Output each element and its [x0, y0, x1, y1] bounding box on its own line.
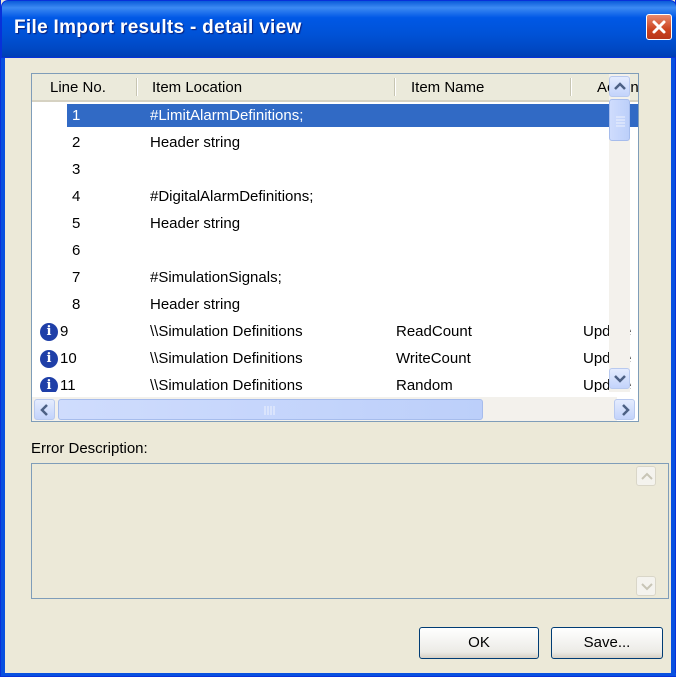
cell-item-name: ReadCount [396, 323, 472, 340]
table-row[interactable]: 4 #DigitalAlarmDefinitions; [32, 183, 638, 210]
error-scroll-down-icon[interactable] [636, 576, 656, 596]
cell-line-no: 10 [60, 350, 77, 367]
dialog-window: File Import results - detail view Line N… [0, 0, 676, 677]
scroll-left-icon[interactable] [34, 399, 55, 420]
cell-item-location: #LimitAlarmDefinitions; [150, 107, 304, 124]
cell-line-no: 6 [72, 242, 81, 259]
cell-line-no: 5 [72, 215, 81, 232]
results-list-view[interactable]: Line No. Item Location Item Name Action … [31, 73, 639, 422]
list-body: 1 #LimitAlarmDefinitions; 2 Header string 3 4… [32, 102, 638, 392]
scroll-down-icon[interactable] [609, 368, 630, 389]
error-vertical-scrollbar[interactable] [636, 466, 658, 596]
cell-item-location: #SimulationSignals; [150, 269, 282, 286]
save-button[interactable]: Save... [551, 627, 663, 659]
error-description-label: Error Description: [31, 440, 148, 457]
cell-item-location: \\Simulation Definitions [150, 323, 303, 340]
window-border-bottom [1, 673, 676, 676]
error-description-field[interactable] [31, 463, 669, 599]
window-border-left [1, 58, 5, 676]
cell-item-name: Random [396, 377, 453, 392]
cell-item-location: \\Simulation Definitions [150, 377, 303, 392]
cell-item-location: Header string [150, 296, 241, 313]
column-header-line-no[interactable]: Line No. [50, 74, 106, 100]
error-scroll-up-icon[interactable] [636, 466, 656, 486]
table-row[interactable]: 2 Header string [32, 129, 638, 156]
cell-line-no: 11 [60, 377, 76, 392]
column-header-item-name[interactable]: Item Name [411, 74, 484, 100]
table-row[interactable]: 3 [32, 156, 638, 183]
window-title: File Import results - detail view [14, 17, 302, 38]
window-border-right [671, 58, 675, 676]
cell-item-location: Header string [150, 215, 241, 232]
title-bar[interactable]: File Import results - detail view [1, 0, 676, 58]
info-icon: i [40, 377, 58, 392]
cell-line-no: 2 [72, 134, 81, 151]
table-row[interactable]: 7 #SimulationSignals; [32, 264, 638, 291]
table-row[interactable]: 1 #LimitAlarmDefinitions; [32, 102, 638, 129]
table-row[interactable]: 5 Header string [32, 210, 638, 237]
cell-item-location: Header string [150, 134, 241, 151]
cell-item-name: WriteCount [396, 350, 471, 367]
ok-button[interactable]: OK [419, 627, 539, 659]
column-divider[interactable] [394, 78, 396, 96]
column-divider[interactable] [136, 78, 138, 96]
cell-line-no: 3 [72, 161, 81, 178]
table-row[interactable]: i 11 \\Simulation Definitions Random Update [32, 372, 638, 392]
scroll-up-icon[interactable] [609, 76, 630, 97]
column-divider[interactable] [570, 78, 572, 96]
scroll-right-icon[interactable] [614, 399, 635, 420]
horizontal-scrollbar[interactable] [32, 397, 635, 421]
table-row[interactable]: 8 Header string [32, 291, 638, 318]
horizontal-scroll-thumb[interactable] [58, 399, 483, 420]
table-row[interactable]: i 9 \\Simulation Definitions ReadCount Updat… [32, 318, 638, 345]
table-row[interactable]: i 10 \\Simulation Definitions WriteCount Upd… [32, 345, 638, 372]
cell-line-no: 7 [72, 269, 81, 286]
table-row[interactable]: 6 [32, 237, 638, 264]
cell-line-no: 9 [60, 323, 69, 340]
cell-line-no: 1 [72, 107, 81, 124]
vertical-scrollbar[interactable] [609, 74, 630, 392]
column-header-item-location[interactable]: Item Location [152, 74, 242, 100]
close-icon[interactable] [646, 14, 672, 40]
info-icon: i [40, 350, 58, 368]
cell-line-no: 8 [72, 296, 81, 313]
info-icon: i [40, 323, 58, 341]
cell-line-no: 4 [72, 188, 81, 205]
list-header: Line No. Item Location Item Name Action [32, 74, 639, 102]
cell-item-location: \\Simulation Definitions [150, 350, 303, 367]
vertical-scroll-thumb[interactable] [609, 99, 630, 141]
cell-item-location: #DigitalAlarmDefinitions; [150, 188, 314, 205]
